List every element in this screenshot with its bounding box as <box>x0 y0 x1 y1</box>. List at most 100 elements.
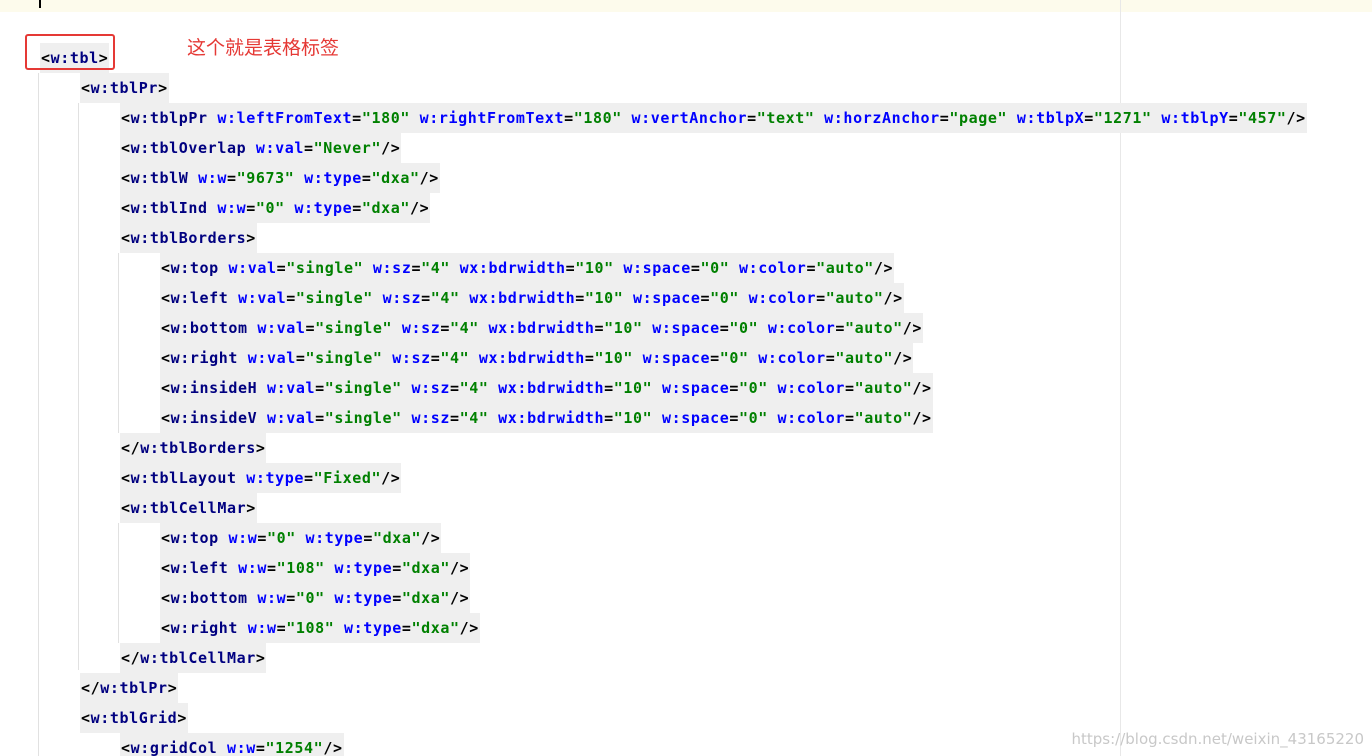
punctuation: = <box>276 259 287 277</box>
punctuation: = <box>257 529 267 547</box>
code-line: <w:bottom w:w="0" w:type="dxa"/> <box>0 583 1372 613</box>
punctuation: /> <box>459 619 479 637</box>
punctuation <box>296 529 306 547</box>
attribute-name: w:tblpX <box>1016 109 1085 127</box>
punctuation <box>479 319 489 337</box>
code-line: <w:tblpPr w:leftFromText="180" w:rightFr… <box>0 103 1372 133</box>
code-line-text: <w:tblOverlap w:val="Never"/> <box>120 133 402 163</box>
attribute-name: w:space <box>652 319 720 337</box>
attribute-value: "auto" <box>844 319 903 337</box>
attribute-value: "single" <box>295 289 373 307</box>
code-line: <w:tblPr> <box>0 73 1372 103</box>
attribute-name: w:w <box>198 169 227 187</box>
punctuation: = <box>604 379 614 397</box>
punctuation <box>285 199 295 217</box>
code-editor[interactable]: <w:tbl> <w:tblPr> <w:tblpPr w:leftFromText… <box>0 43 1372 756</box>
attribute-value: "text" <box>756 109 815 127</box>
punctuation: </ <box>121 649 141 667</box>
code-line-text: <w:top w:w="0" w:type="dxa"/> <box>160 523 442 553</box>
punctuation: < <box>121 199 131 217</box>
tag-name: w:left <box>170 289 229 307</box>
attribute-value: "108" <box>286 619 335 637</box>
code-line-text: <w:left w:val="single" w:sz="4" wx:bdrwi… <box>160 283 904 313</box>
punctuation: < <box>121 499 131 517</box>
highlight-box <box>25 34 115 70</box>
code-line-text: <w:right w:w="108" w:type="dxa"/> <box>160 613 480 643</box>
code-line-text: </w:tblPr> <box>80 673 179 703</box>
code-line-text: <w:gridCol w:w="1254"/> <box>120 733 344 756</box>
attribute-name: w:val <box>247 349 296 367</box>
punctuation <box>450 259 460 277</box>
attribute-name: w:leftFromText <box>217 109 353 127</box>
tag-name: w:tblPr <box>90 79 159 97</box>
tag-name: w:tblOverlap <box>130 139 247 157</box>
punctuation <box>739 289 749 307</box>
attribute-name: w:color <box>748 289 817 307</box>
tag-name: w:top <box>170 259 219 277</box>
punctuation: < <box>121 229 131 247</box>
punctuation: < <box>121 109 131 127</box>
attribute-value: "4" <box>421 259 450 277</box>
punctuation <box>373 289 383 307</box>
tag-name: w:right <box>170 349 239 367</box>
punctuation: > <box>255 439 266 457</box>
attribute-value: "10" <box>594 349 634 367</box>
code-line-text: <w:tblLayout w:type="Fixed"/> <box>120 463 402 493</box>
code-line-text: <w:bottom w:val="single" w:sz="4" wx:bdr… <box>160 313 924 343</box>
tag-name: w:insideH <box>170 379 258 397</box>
attribute-value: "10" <box>604 319 643 337</box>
code-line-text: <w:insideV w:val="single" w:sz="4" wx:bd… <box>160 403 933 433</box>
punctuation <box>633 349 643 367</box>
code-line: <w:left w:w="108" w:type="dxa"/> <box>0 553 1372 583</box>
attribute-name: w:type <box>334 589 393 607</box>
punctuation: > <box>246 229 256 247</box>
punctuation <box>248 589 258 607</box>
punctuation: /> <box>1286 109 1306 127</box>
punctuation <box>622 109 632 127</box>
attribute-value: "10" <box>584 289 624 307</box>
attribute-value: "0" <box>739 379 768 397</box>
tag-name: w:bottom <box>170 589 248 607</box>
punctuation: = <box>844 409 855 427</box>
tag-name: w:top <box>170 529 219 547</box>
punctuation <box>383 349 393 367</box>
attribute-name: w:sz <box>401 319 441 337</box>
attribute-name: w:tblpY <box>1161 109 1229 127</box>
punctuation: = <box>286 589 296 607</box>
punctuation: > <box>246 499 256 517</box>
punctuation: < <box>121 169 131 187</box>
attribute-value: "auto" <box>825 289 884 307</box>
attribute-name: w:val <box>257 319 306 337</box>
punctuation <box>489 379 499 397</box>
attribute-value: "single" <box>324 379 402 397</box>
punctuation: /> <box>873 259 894 277</box>
attribute-name: w:w <box>217 199 247 217</box>
attribute-name: w:val <box>255 139 305 157</box>
punctuation: < <box>161 259 171 277</box>
punctuation: /> <box>381 469 401 487</box>
punctuation <box>237 469 247 487</box>
punctuation <box>208 109 218 127</box>
code-line: <w:tblW w:w="9673" w:type="dxa"/> <box>0 163 1372 193</box>
punctuation: < <box>161 349 171 367</box>
attribute-value: "single" <box>315 319 393 337</box>
punctuation: /> <box>421 529 441 547</box>
attribute-name: w:type <box>304 169 362 187</box>
tag-name: w:tblpPr <box>130 109 208 127</box>
punctuation <box>188 169 198 187</box>
punctuation <box>228 559 238 577</box>
attribute-name: w:color <box>739 259 807 277</box>
punctuation: > <box>167 679 178 697</box>
tag-name: w:tblBorders <box>130 229 247 247</box>
punctuation: = <box>295 349 306 367</box>
punctuation: = <box>565 259 576 277</box>
punctuation: </ <box>81 679 101 697</box>
attribute-name: w:space <box>661 409 730 427</box>
attribute-name: w:w <box>257 589 287 607</box>
attribute-value: "0" <box>295 589 325 607</box>
punctuation: = <box>747 109 757 127</box>
code-line-text: <w:right w:val="single" w:sz="4" wx:bdrw… <box>160 343 914 373</box>
punctuation: = <box>729 379 739 397</box>
tag-name: w:right <box>170 619 239 637</box>
punctuation <box>815 109 825 127</box>
